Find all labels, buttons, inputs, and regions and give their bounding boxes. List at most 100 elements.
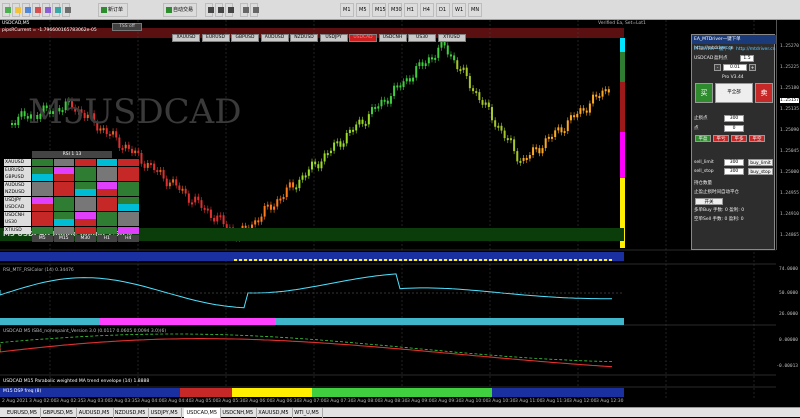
timeframe-m1[interactable]: M1 [340,3,354,17]
autotrade-button[interactable]: 自动交易 [163,3,197,17]
weight-label: USDCAD M15 Parabolic weighted MA trend e… [3,379,150,384]
switch-button[interactable]: 开关 [695,198,723,205]
candle-body [197,196,200,201]
symbol-button-usdcad[interactable]: USDCAD [349,34,377,42]
time-tick: 3 Aug 04:00 [137,399,165,404]
top-right-info: Verified Ea, Set=Lot1 [598,21,646,26]
candle-body [172,179,175,183]
signal-dot [509,259,512,261]
zoom-out-icon[interactable] [250,3,259,17]
candle-body [418,62,421,67]
mtf-cell [75,159,96,166]
signal-dot [339,259,342,261]
candle-body [389,96,392,104]
chart-tabs: EURUSD,M5 GBPUSD,M5 AUDUSD,M5 NZDUSD,M5 USDJ… [0,407,800,418]
symbol-button-gbpusd[interactable]: GBPUSD [231,34,259,42]
symbol-button-audusd[interactable]: AUDUSD [260,34,289,42]
signal-dot [594,259,597,261]
time-tick: 3 Aug 08:30 [380,399,408,404]
open-icon[interactable] [12,3,21,17]
candle-chart-icon[interactable] [215,3,224,17]
signal-dot [564,259,567,261]
tester-icon[interactable] [62,3,71,17]
timeframe-mn[interactable]: MN [468,3,482,17]
close-short-button[interactable]: 平空 [749,135,765,142]
symbol-button-usdcnh[interactable]: USDCNH [378,34,407,42]
lot-minus-button[interactable]: - [714,64,721,71]
timeframe-m15[interactable]: M15 [372,3,386,17]
candle-body [358,119,361,125]
mtf-cell [118,174,139,181]
tp-row-input[interactable]: 0 [724,125,744,132]
bar-chart-icon[interactable] [205,3,214,17]
mtf-row-label: XAUUSD [4,159,31,166]
symbol-button-xauusd[interactable]: XAUUSD [172,34,200,42]
symbol-button-nzdusd[interactable]: NZDUSD [290,34,318,42]
timeframe-label: MN [471,7,480,13]
candle-body [380,99,383,107]
timeframe-label: H1 [407,7,414,13]
candle-body [563,131,566,134]
zoom-in-icon[interactable] [240,3,249,17]
new-chart-icon[interactable] [2,3,11,17]
candle-body [108,134,111,137]
navigator-icon[interactable] [42,3,51,17]
close-long-button[interactable]: 平多 [731,135,747,142]
timeframe-h4[interactable]: H4 [420,3,434,17]
tp-row-input[interactable]: 300 [724,115,744,122]
rsi-line [0,273,612,309]
close-loss-button[interactable]: 平亏 [713,135,729,142]
terminal-icon[interactable] [52,3,61,17]
lot-value-input[interactable]: 0.01 [723,64,747,71]
lot-plus-button[interactable]: + [749,64,756,71]
tss-box[interactable]: TSS off [112,23,142,31]
trade-panel-title[interactable]: EA_MTDriver一键下单 http://mtdriver.cn [692,35,776,51]
buy-button[interactable]: 买 [695,83,713,103]
driver-label: MTDriver一键下单 [694,47,733,52]
sell-button[interactable]: 卖 [755,83,773,103]
signal-dot [304,259,307,261]
tp-row-input[interactable]: 300 [724,168,744,175]
candle-body [604,89,607,92]
timeframe-h1[interactable]: H1 [404,3,418,17]
mtf-cell [75,189,96,196]
close-all-button[interactable]: 平全部 [715,83,753,103]
candle-body [592,94,595,104]
time-tick: 3 Aug 06:30 [272,399,300,404]
candle-body [222,215,225,225]
mtf-table: RSI 1 13 XAUUSD EURUSD GBPUSD AUDUSD NZDUSD US… [4,151,139,247]
market-watch-icon[interactable] [32,3,41,17]
signal-dot [534,259,537,261]
symbol-button-usdjpy[interactable]: USDJPY [319,34,348,42]
weight-band-seg [232,388,312,397]
symbol-button-xtiusd[interactable]: XTIUSD [437,34,466,42]
candle-body [276,199,279,207]
symbol-button-us30[interactable]: US30 [408,34,436,42]
candle-body [298,179,301,189]
buy-stop-button[interactable]: buy_stop [748,168,773,175]
timeframe-w1[interactable]: W1 [452,3,466,17]
candle-body [320,161,323,169]
profile-icon[interactable] [22,3,31,17]
time-tick: 3 Aug 10:30 [488,399,516,404]
mtf-cell [32,189,53,196]
mtf-cell [75,196,96,204]
buy-limit-button[interactable]: buy_limit [748,159,773,166]
timeframe-d1[interactable]: D1 [436,3,450,17]
price-tick: 1.25045 [780,149,799,154]
timeframe-m30[interactable]: M30 [388,3,402,17]
close-profit-button[interactable]: 平盈 [695,135,711,142]
line-chart-icon[interactable] [225,3,234,17]
symbol-button-eurusd[interactable]: EURUSD [201,34,230,42]
new-order-button[interactable]: 新订单 [98,3,128,17]
time-tick: 3 Aug 08:00 [353,399,381,404]
candle-body [304,175,307,178]
candle-body [23,111,26,117]
chart-area[interactable]: USDCAD,M5 pipsRCurrent = -1.796600165783… [0,20,800,407]
candle-body [579,108,582,114]
time-tick: 3 Aug 09:00 [407,399,435,404]
tp-row-input[interactable]: 300 [724,159,744,166]
mtf-cell [118,159,139,166]
timeframe-m5[interactable]: M5 [356,3,370,17]
lot-input[interactable]: 1.5 [740,55,754,62]
